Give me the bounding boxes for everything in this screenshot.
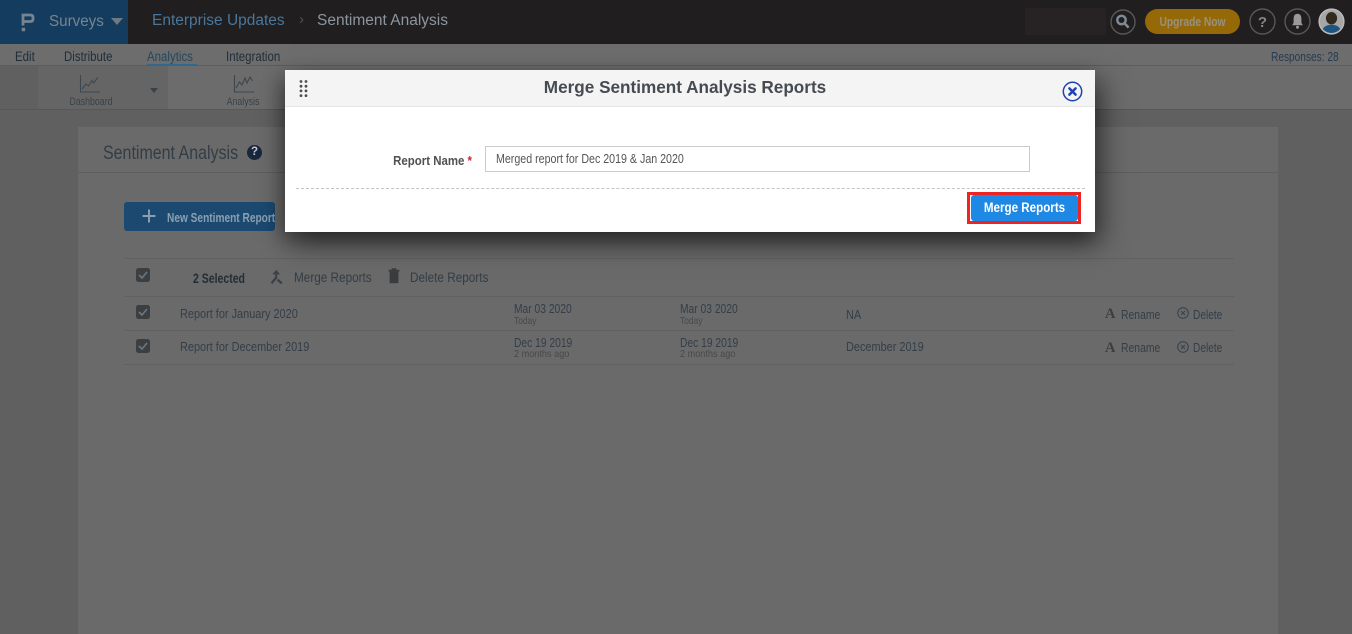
svg-text:?: ? xyxy=(1258,14,1267,31)
